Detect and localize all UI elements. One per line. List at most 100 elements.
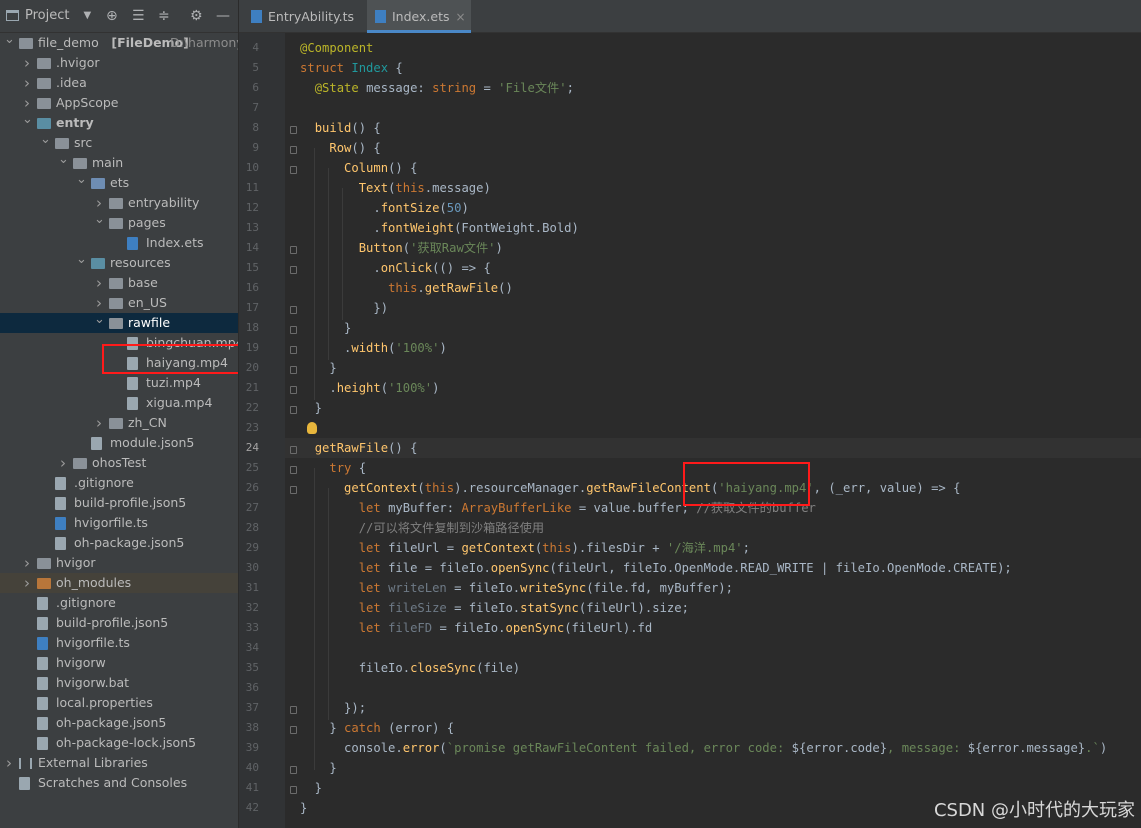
tree-item[interactable]: › hvigor — [0, 553, 238, 573]
code-line[interactable]: Row() { — [300, 138, 380, 158]
chevron-right-icon[interactable]: › — [4, 753, 14, 773]
code-line[interactable]: let fileUrl = getContext(this).filesDir … — [300, 538, 750, 558]
code-line[interactable]: @Component — [300, 38, 373, 58]
code-line[interactable]: .fontSize(50) — [300, 198, 468, 218]
code-line[interactable]: //可以将文件复制到沙箱路径使用 — [300, 518, 544, 538]
tree-item[interactable]: hvigorfile.ts — [0, 513, 238, 533]
code-line[interactable]: Text(this.message) — [300, 178, 491, 198]
fold-marker-icon[interactable] — [290, 146, 297, 154]
chevron-right-icon[interactable]: › — [58, 453, 68, 473]
code-line[interactable]: Button('获取Raw文件') — [300, 238, 503, 258]
code-line[interactable]: } — [300, 398, 322, 418]
code-line[interactable]: try { — [300, 458, 366, 478]
code-line[interactable]: let writeLen = fileIo.writeSync(file.fd,… — [300, 578, 733, 598]
code-line[interactable]: } — [300, 358, 336, 378]
code-line[interactable]: let fileSize = fileIo.statSync(fileUrl).… — [300, 598, 689, 618]
code-line[interactable]: let fileFD = fileIo.openSync(fileUrl).fd — [300, 618, 653, 638]
collapse-all-icon[interactable]: ≑ — [158, 7, 170, 25]
crosshair-icon[interactable]: ⊕ — [106, 7, 118, 25]
code-line[interactable]: }); — [300, 698, 366, 718]
code-line[interactable]: let file = fileIo.openSync(fileUrl, file… — [300, 558, 1012, 578]
tree-item[interactable]: › AppScope — [0, 93, 238, 113]
fold-marker-icon[interactable] — [290, 346, 297, 354]
fold-marker-icon[interactable] — [290, 246, 297, 254]
tree-item[interactable]: ⌄ ets — [0, 170, 238, 193]
chevron-right-icon[interactable]: › — [22, 53, 32, 73]
code-line[interactable]: } — [300, 318, 351, 338]
code-line[interactable]: struct Index { — [300, 58, 403, 78]
tree-item[interactable]: ⌄ main — [0, 152, 238, 173]
tree-item[interactable]: build-profile.json5 — [0, 493, 238, 513]
tree-item[interactable]: ⌄ pages — [0, 210, 238, 233]
fold-marker-icon[interactable] — [290, 726, 297, 734]
project-view-selector[interactable]: Project ▼ — [6, 8, 91, 23]
code-line[interactable]: .width('100%') — [300, 338, 447, 358]
tree-item[interactable]: › .idea — [0, 73, 238, 93]
tree-item[interactable]: › zh_CN — [0, 413, 238, 433]
tree-item[interactable]: tuzi.mp4 — [0, 373, 238, 393]
tab-index-ets[interactable]: Index.ets × — [367, 0, 471, 33]
fold-marker-icon[interactable] — [290, 706, 297, 714]
close-icon[interactable]: × — [456, 10, 466, 24]
code-line[interactable]: console.error(`promise getRawFileContent… — [300, 738, 1107, 758]
code-line[interactable]: } — [300, 798, 307, 818]
tree-item[interactable]: ⌄ entry — [0, 110, 238, 133]
fold-marker-icon[interactable] — [290, 466, 297, 474]
tree-item[interactable]: › .hvigor — [0, 53, 238, 73]
code-line[interactable]: .fontWeight(FontWeight.Bold) — [300, 218, 578, 238]
tree-item[interactable]: ⌄ resources — [0, 250, 238, 273]
tab-entryability-ts[interactable]: EntryAbility.ts — [243, 0, 363, 33]
tree-item[interactable]: oh-package.json5 — [0, 713, 238, 733]
fold-marker-icon[interactable] — [290, 266, 297, 274]
chevron-down-icon[interactable]: ⌄ — [94, 210, 105, 230]
gear-icon[interactable]: ⚙ — [190, 7, 203, 25]
tree-item[interactable]: hvigorw — [0, 653, 238, 673]
code-line[interactable]: } catch (error) { — [300, 718, 454, 738]
tree-item[interactable]: › base — [0, 273, 238, 293]
chevron-right-icon[interactable]: › — [94, 273, 104, 293]
chevron-right-icon[interactable]: › — [22, 73, 32, 93]
fold-marker-icon[interactable] — [290, 326, 297, 334]
tree-item[interactable]: hvigorw.bat — [0, 673, 238, 693]
tree-item[interactable]: .gitignore — [0, 593, 238, 613]
tree-item[interactable]: ⌄ rawfile — [0, 310, 238, 333]
chevron-down-icon[interactable]: ⌄ — [40, 130, 51, 150]
code-line[interactable]: build() { — [300, 118, 381, 138]
fold-marker-icon[interactable] — [290, 306, 297, 314]
chevron-down-icon[interactable]: ⌄ — [76, 170, 87, 190]
code-line[interactable]: fileIo.closeSync(file) — [300, 658, 520, 678]
fold-marker-icon[interactable] — [290, 786, 297, 794]
tree-item[interactable]: › entryability — [0, 193, 238, 213]
code-line[interactable]: Column() { — [300, 158, 417, 178]
tree-item[interactable]: oh-package-lock.json5 — [0, 733, 238, 753]
fold-marker-icon[interactable] — [290, 386, 297, 394]
minimize-icon[interactable]: — — [216, 7, 230, 25]
fold-marker-icon[interactable] — [290, 166, 297, 174]
fold-marker-icon[interactable] — [290, 486, 297, 494]
tree-item[interactable]: › oh_modules — [0, 573, 238, 593]
lightbulb-icon[interactable] — [307, 422, 317, 434]
chevron-down-icon[interactable]: ⌄ — [4, 30, 15, 50]
tree-item[interactable]: ⌄ file_demo [FileDemo] D:\harmony — [0, 30, 238, 53]
tree-item[interactable]: › ohosTest — [0, 453, 238, 473]
chevron-down-icon[interactable]: ⌄ — [76, 250, 87, 270]
code-editor[interactable] — [285, 33, 1141, 828]
fold-marker-icon[interactable] — [290, 126, 297, 134]
tree-item[interactable]: Index.ets — [0, 233, 238, 253]
code-line[interactable]: } — [300, 758, 336, 778]
tree-item[interactable]: oh-package.json5 — [0, 533, 238, 553]
tree-item[interactable]: › External Libraries — [0, 753, 238, 773]
code-line[interactable]: .onClick(() => { — [300, 258, 490, 278]
chevron-down-icon[interactable]: ⌄ — [94, 310, 105, 330]
tree-item[interactable]: hvigorfile.ts — [0, 633, 238, 653]
chevron-down-icon[interactable]: ⌄ — [22, 110, 33, 130]
chevron-right-icon[interactable]: › — [22, 553, 32, 573]
chevron-right-icon[interactable]: › — [94, 413, 104, 433]
code-line[interactable]: .height('100%') — [300, 378, 439, 398]
expand-all-icon[interactable]: ☰ — [132, 7, 145, 25]
tree-item[interactable]: ⌄ src — [0, 130, 238, 153]
fold-marker-icon[interactable] — [290, 366, 297, 374]
fold-marker-icon[interactable] — [290, 766, 297, 774]
tree-item[interactable]: Scratches and Consoles — [0, 773, 238, 793]
code-line[interactable]: } — [300, 778, 322, 798]
